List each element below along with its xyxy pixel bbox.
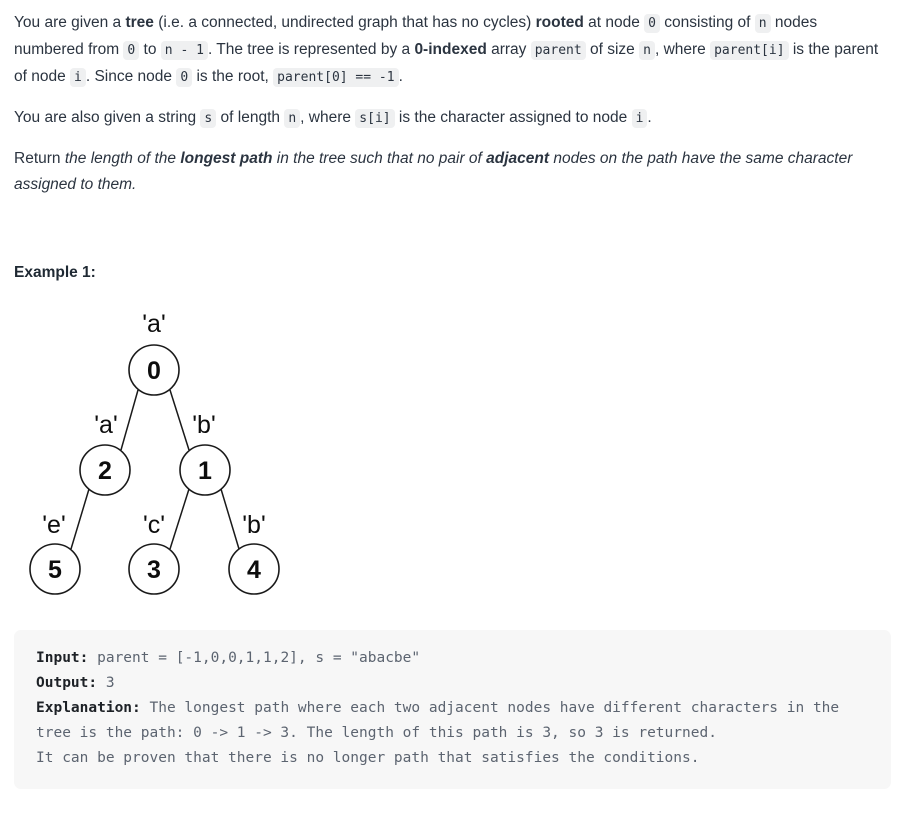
node-label-4: 4 xyxy=(247,556,261,584)
input-label: Input: xyxy=(36,650,89,666)
inline-code-n-minus-1: n - 1 xyxy=(160,41,208,60)
problem-description-page: You are given a tree (i.e. a connected, … xyxy=(0,0,905,789)
inline-code-i: i xyxy=(70,68,86,87)
text-fragment: . xyxy=(647,109,652,126)
text-fragment: , where xyxy=(654,41,711,58)
inline-code-zero: 0 xyxy=(644,14,660,33)
tree-node-0: 0 xyxy=(128,344,180,396)
inline-code-zero: 0 xyxy=(123,41,140,60)
emphasis-zero-indexed: 0-indexed xyxy=(414,41,487,58)
text-fragment: is the root, xyxy=(192,68,274,85)
tree-node-5: 5 xyxy=(29,543,81,595)
example-heading: Example 1: xyxy=(14,264,96,281)
emphasis-tree: tree xyxy=(125,14,154,31)
tree-svg: 0 2 1 5 3 4 'a' 'a' 'b' 'e' 'c' 'b' xyxy=(29,310,280,595)
node-label-0: 0 xyxy=(147,357,161,385)
output-label: Output: xyxy=(36,675,98,691)
paragraph-string-definition: You are also given a string s of length … xyxy=(14,105,891,132)
explanation-label: Explanation: xyxy=(36,700,141,716)
node-char-label-2: 'a' xyxy=(94,411,117,439)
text-fragment: is the character assigned to node xyxy=(394,109,632,126)
tree-edge-1-4 xyxy=(220,488,240,550)
text-fragment: Return xyxy=(14,150,65,167)
emphasis-adjacent: adjacent xyxy=(486,150,550,167)
inline-code-s: s xyxy=(200,109,217,128)
inline-code-parent: parent xyxy=(530,41,586,60)
text-fragment: You are also given a string xyxy=(14,109,201,126)
inline-code-parent-i: parent[i] xyxy=(710,41,789,60)
node-label-5: 5 xyxy=(48,556,62,584)
text-fragment: in the tree such that no pair of xyxy=(272,150,487,167)
node-char-label-1: 'b' xyxy=(192,411,215,439)
text-fragment: . xyxy=(398,68,403,85)
text-fragment: of length xyxy=(216,109,285,126)
tree-node-1: 1 xyxy=(179,444,231,496)
inline-code-zero: 0 xyxy=(176,68,193,87)
text-fragment: to xyxy=(139,41,161,58)
tree-node-2: 2 xyxy=(79,444,131,496)
tree-nodes: 0 2 1 5 3 4 xyxy=(29,344,280,595)
explanation-value: The longest path where each two adjacent… xyxy=(36,700,840,766)
tree-node-4: 4 xyxy=(228,543,280,595)
inline-code-s-i: s[i] xyxy=(355,109,395,128)
tree-edge-0-2 xyxy=(120,389,139,451)
text-fragment: of size xyxy=(585,41,640,58)
node-char-label-0: 'a' xyxy=(142,310,165,338)
tree-edge-2-5 xyxy=(70,488,90,550)
node-char-label-3: 'c' xyxy=(143,511,165,539)
text-fragment: , where xyxy=(300,109,356,126)
emphasis-longest-path: longest path xyxy=(180,150,273,167)
text-fragment: . The tree is represented by a xyxy=(207,41,415,58)
node-label-1: 1 xyxy=(198,457,212,485)
text-fragment: the length of the xyxy=(64,150,181,167)
text-fragment: array xyxy=(486,41,531,58)
inline-code-n: n xyxy=(754,14,771,33)
inline-code-n: n xyxy=(639,41,655,60)
example-io-block: Input: parent = [-1,0,0,1,1,2], s = "aba… xyxy=(14,630,891,789)
text-fragment: (i.e. a connected, undirected graph that… xyxy=(153,14,536,31)
text-fragment: consisting of xyxy=(659,14,755,31)
node-char-label-4: 'b' xyxy=(242,511,265,539)
text-fragment: . Since node xyxy=(85,68,177,85)
output-value: 3 xyxy=(97,675,115,691)
paragraph-tree-definition: You are given a tree (i.e. a connected, … xyxy=(14,10,891,91)
tree-edge-0-1 xyxy=(169,389,190,451)
inline-code-parent-zero-eq-minus-one: parent[0] == -1 xyxy=(273,68,399,87)
inline-code-n: n xyxy=(284,109,301,128)
tree-diagram: 0 2 1 5 3 4 'a' 'a' 'b' 'e' 'c' 'b' xyxy=(14,290,891,620)
emphasis-rooted: rooted xyxy=(535,14,584,31)
text-fragment: at node xyxy=(583,14,645,31)
node-label-2: 2 xyxy=(98,457,112,485)
text-fragment: You are given a xyxy=(14,14,126,31)
node-label-3: 3 xyxy=(147,556,161,584)
tree-edge-1-3 xyxy=(169,488,190,550)
input-value: parent = [-1,0,0,1,1,2], s = "abacbe" xyxy=(88,650,421,666)
inline-code-i: i xyxy=(631,109,648,128)
tree-node-3: 3 xyxy=(128,543,180,595)
paragraph-return-statement: Return the length of the longest path in… xyxy=(14,146,891,198)
node-char-label-5: 'e' xyxy=(42,511,65,539)
